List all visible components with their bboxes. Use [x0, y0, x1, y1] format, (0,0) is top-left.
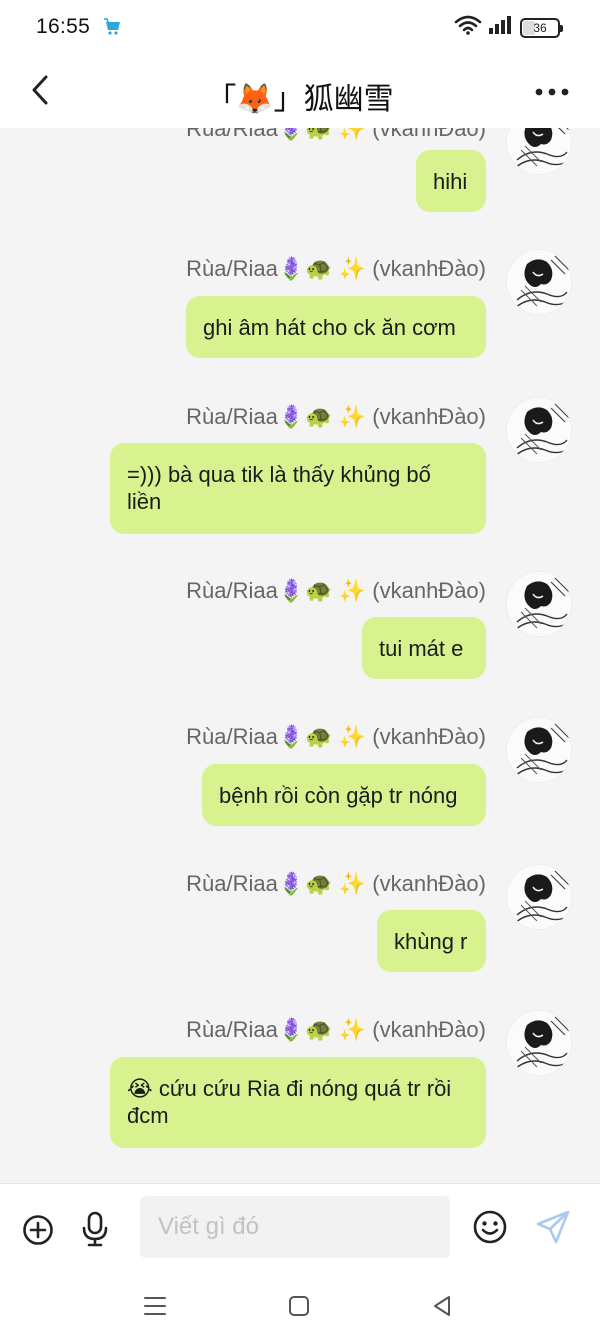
avatar[interactable]: [506, 249, 572, 315]
message-bubble[interactable]: tui mát e: [362, 617, 486, 679]
avatar[interactable]: [506, 397, 572, 463]
mic-icon: [80, 1211, 110, 1251]
message-sender: Rùa/Riaa🪻🐢 ✨ (vkanhĐào): [186, 724, 486, 749]
message-sender: Rùa/Riaa🪻🐢 ✨ (vkanhĐào): [186, 871, 486, 896]
message-input-bar: [0, 1183, 600, 1273]
chat-title: 「🦊」狐幽雪: [206, 83, 394, 116]
message-bubble[interactable]: =))) bà qua tik là thấy khủng bố liền: [110, 443, 486, 534]
add-attachment-button[interactable]: [22, 1214, 54, 1246]
message-input[interactable]: [140, 1196, 450, 1258]
avatar[interactable]: [506, 717, 572, 783]
battery-indicator: 36: [520, 17, 563, 38]
status-bar: 16:55 36: [0, 0, 600, 56]
message-sender: Rùa/Riaa🪻🐢 ✨ (vkanhĐào): [186, 578, 486, 603]
home-icon: [287, 1294, 311, 1323]
status-time: 16:55: [36, 15, 91, 38]
nav-home-button[interactable]: [284, 1293, 314, 1323]
avatar[interactable]: [506, 571, 572, 637]
notification-app-icon: [103, 16, 123, 41]
message-sender: Rùa/Riaa🪻🐢 ✨ (vkanhĐào): [186, 256, 486, 281]
message-bubble[interactable]: hihi: [416, 150, 486, 212]
status-indicators: 36: [454, 15, 563, 40]
avatar[interactable]: [506, 128, 572, 175]
nav-menu-button[interactable]: [140, 1293, 170, 1323]
more-icon: [534, 84, 570, 102]
nav-back-button[interactable]: [427, 1293, 457, 1323]
message-sender: Rùa/Riaa🪻🐢 ✨ (vkanhĐào): [186, 1017, 486, 1042]
message-list[interactable]: Rùa/Riaa🪻🐢 ✨ (vkanhĐào) hihi Rùa/Riaa🪻🐢 ✨ …: [0, 128, 600, 1183]
chat-header: 「🦊」狐幽雪: [0, 56, 600, 128]
more-options-button[interactable]: [532, 78, 572, 108]
signal-icon: [488, 15, 514, 40]
avatar[interactable]: [506, 1010, 572, 1076]
battery-level-text: 36: [533, 20, 547, 35]
message-bubble[interactable]: ghi âm hát cho ck ăn cơm: [186, 296, 486, 358]
nav-back-icon: [430, 1294, 454, 1323]
chat-screen: 16:55 36 「🦊」狐幽雪 Rùa/Riaa🪻🐢 ✨ (vkanhĐào) …: [0, 0, 600, 1343]
voice-record-button[interactable]: [80, 1211, 110, 1247]
message-bubble[interactable]: khùng r: [377, 910, 486, 972]
wifi-icon: [454, 15, 482, 40]
message-bubble[interactable]: 😭 cứu cứu Ria đi nóng quá tr rồi đcm: [110, 1057, 486, 1148]
plus-circle-icon: [22, 1215, 54, 1250]
message-bubble[interactable]: bệnh rồi còn gặp tr nóng: [202, 764, 486, 826]
send-button[interactable]: [534, 1208, 572, 1246]
emoji-button[interactable]: [472, 1209, 508, 1245]
menu-icon: [143, 1295, 167, 1322]
message-sender: Rùa/Riaa🪻🐢 ✨ (vkanhĐào): [186, 404, 486, 429]
avatar[interactable]: [506, 864, 572, 930]
send-icon: [534, 1210, 572, 1250]
system-navigation-bar: [0, 1273, 600, 1343]
emoji-icon: [472, 1210, 508, 1249]
message-sender: Rùa/Riaa🪻🐢 ✨ (vkanhĐào): [186, 128, 486, 141]
